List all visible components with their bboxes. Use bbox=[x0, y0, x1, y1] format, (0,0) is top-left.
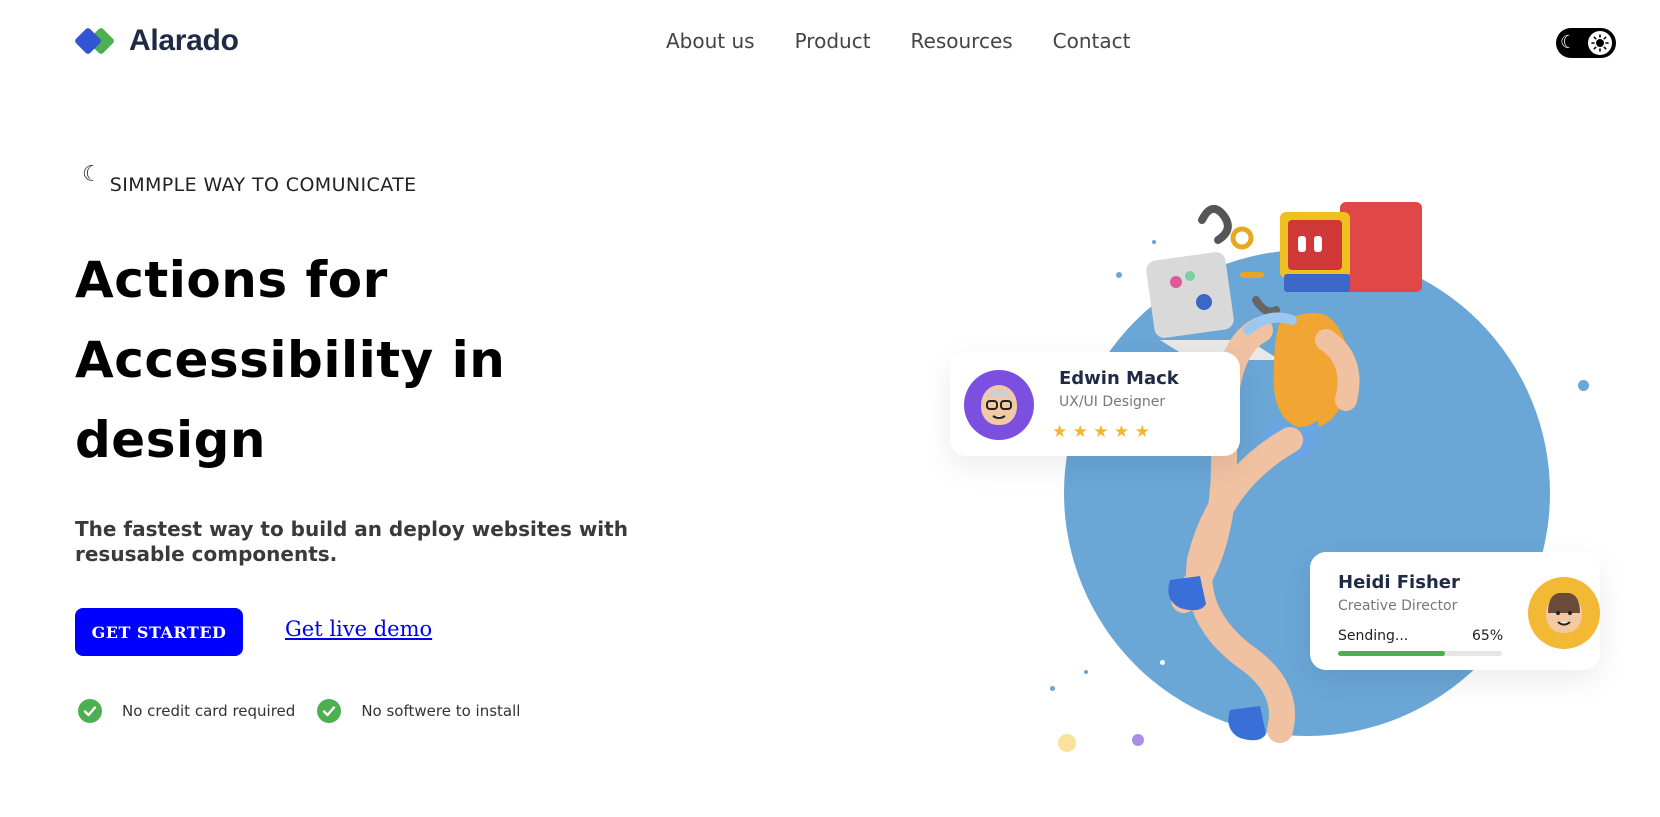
check-icon bbox=[78, 699, 102, 723]
memoji-face-icon bbox=[981, 385, 1017, 425]
avatar bbox=[1528, 577, 1600, 649]
nav-resources[interactable]: Resources bbox=[911, 29, 1013, 53]
feature-label: No softwere to install bbox=[361, 702, 521, 720]
get-started-button[interactable]: GET STARTED bbox=[75, 608, 243, 656]
feature-label: No credit card required bbox=[122, 702, 296, 720]
memoji-face-icon bbox=[1546, 593, 1582, 633]
feature-item: No softwere to install bbox=[317, 699, 520, 723]
status-text: Sending... bbox=[1338, 628, 1409, 644]
sun-icon bbox=[1588, 31, 1612, 55]
theme-toggle[interactable]: ☾ bbox=[1556, 28, 1616, 58]
live-demo-link[interactable]: Get live demo bbox=[285, 617, 432, 641]
progress-bar-fill bbox=[1338, 651, 1445, 656]
hero-eyebrow: ☾ SIMMPLE WAY TO COMUNICATE bbox=[82, 162, 417, 196]
logo-mark-icon bbox=[73, 26, 116, 56]
status-role: Creative Director bbox=[1338, 598, 1458, 614]
progress-bar bbox=[1338, 651, 1502, 656]
avatar bbox=[964, 370, 1034, 440]
crescent-icon: ☾ bbox=[82, 162, 102, 187]
feature-list: No credit card required No softwere to i… bbox=[78, 699, 520, 723]
nav-contact[interactable]: Contact bbox=[1053, 29, 1131, 53]
star-rating: ★ ★ ★ ★ ★ bbox=[1052, 422, 1150, 442]
hero-title: Actions for Accessibility in design bbox=[75, 251, 506, 469]
moon-icon: ☾ bbox=[1560, 32, 1577, 53]
status-name: Heidi Fisher bbox=[1338, 572, 1460, 593]
character-illustration bbox=[1146, 202, 1422, 743]
hero-subtitle: The fastest way to build an deploy websi… bbox=[75, 517, 628, 566]
eyebrow-text: SIMMPLE WAY TO COMUNICATE bbox=[109, 174, 417, 196]
profile-role: UX/UI Designer bbox=[1059, 394, 1166, 410]
feature-item: No credit card required bbox=[78, 699, 295, 723]
main-nav: About us Product Resources Contact bbox=[666, 29, 1130, 53]
progress-percent: 65% bbox=[1472, 628, 1504, 644]
hero-illustration: Edwin Mack UX/UI Designer ★ ★ ★ ★ ★ Heid… bbox=[930, 190, 1630, 770]
brand-name: Alarado bbox=[129, 24, 239, 57]
nav-product[interactable]: Product bbox=[795, 29, 871, 53]
brand-logo[interactable]: Alarado bbox=[73, 24, 239, 58]
check-icon bbox=[317, 699, 342, 723]
profile-name: Edwin Mack bbox=[1059, 368, 1179, 389]
nav-about-us[interactable]: About us bbox=[666, 29, 755, 53]
